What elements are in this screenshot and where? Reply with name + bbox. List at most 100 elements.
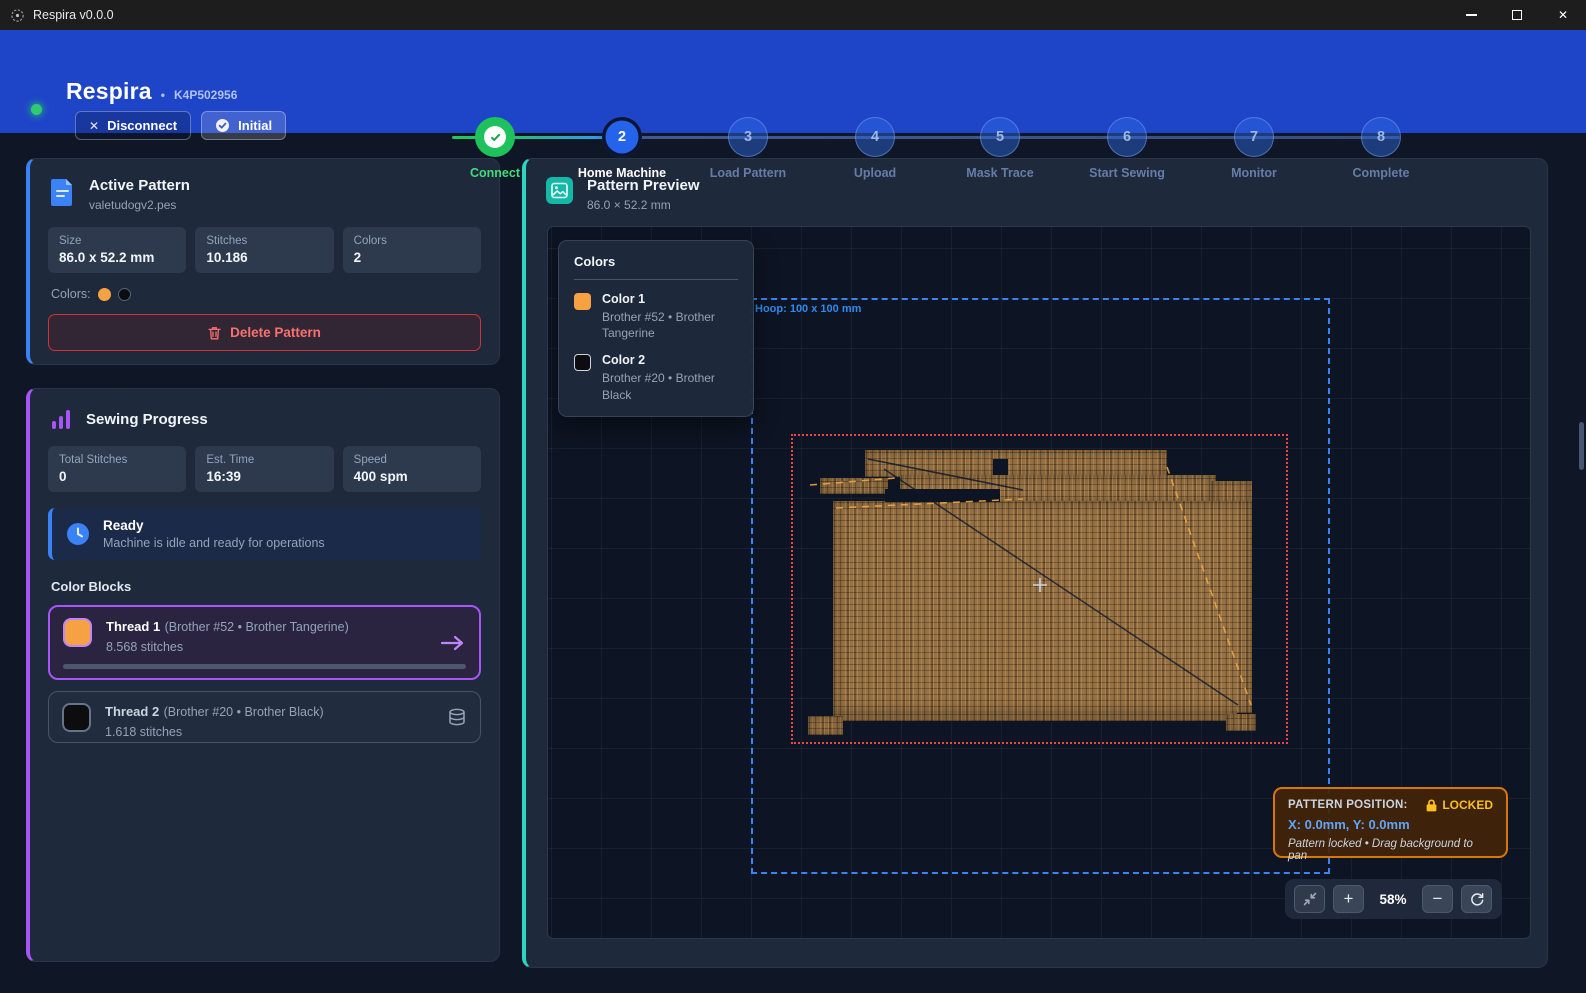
step-label: Complete [1316,166,1446,180]
fit-view-button[interactable] [1294,885,1325,913]
app-window: Respira v0.0.0 ✕ Respira • K4P502956 ✕ D… [0,0,1586,993]
active-pattern-title: Active Pattern [89,177,190,194]
zoom-in-button[interactable]: + [1333,885,1364,913]
pan-hint: Pattern locked • Drag background to pan [1288,838,1493,862]
thread-2-name: Thread 2 [105,704,159,719]
color-blocks-label: Color Blocks [30,560,499,594]
step-complete[interactable]: 8 Complete [1316,117,1446,180]
connection-status-dot [31,104,42,115]
initial-button[interactable]: Initial [201,111,286,140]
stat-size: Size 86.0 x 52.2 mm [48,227,186,273]
step-upload[interactable]: 4 Upload [810,117,940,180]
titlebar: Respira v0.0.0 ✕ [0,0,1586,30]
thread-2-swatch [62,703,91,732]
step-load-pattern[interactable]: 3 Load Pattern [683,117,813,180]
pattern-dimensions: 86.0 × 52.2 mm [587,198,700,212]
step-home-circle[interactable]: 2 [602,117,642,157]
thread-1-detail: (Brother #52 • Brother Tangerine) [165,620,349,634]
step-circle[interactable]: 8 [1361,117,1401,157]
thread-1-progress-bar [63,664,466,669]
step-connect[interactable]: Connect [430,117,560,180]
step-circle[interactable]: 5 [980,117,1020,157]
initial-label: Initial [238,118,272,133]
preview-canvas[interactable]: Hoop: 100 x 100 mm [547,226,1531,939]
step-circle[interactable]: 6 [1107,117,1147,157]
step-connect-circle[interactable] [475,117,515,157]
stat-stitches: Stitches 10.186 [195,227,333,273]
sewing-stats: Total Stitches 0 Est. Time 16:39 Speed 4… [30,431,499,492]
stat-label: Colors [354,235,470,247]
header-buttons: ✕ Disconnect Initial [75,111,286,140]
reset-view-button[interactable] [1461,885,1492,913]
sewing-progress-card: Sewing Progress Total Stitches 0 Est. Ti… [26,388,500,962]
legend-color-name: Color 1 [602,292,738,306]
close-button[interactable]: ✕ [1540,0,1586,30]
seal-check-icon [215,118,230,133]
colors-label: Colors: [51,287,91,301]
delete-pattern-button[interactable]: Delete Pattern [48,314,481,351]
disconnect-button[interactable]: ✕ Disconnect [75,111,191,140]
step-circle[interactable]: 3 [728,117,768,157]
thread-2-row[interactable]: Thread 2 (Brother #20 • Brother Black) 1… [48,691,481,743]
status-detail: Machine is idle and ready for operations [103,536,325,550]
pattern-filename: valetudogv2.pes [89,198,190,212]
machine-status-banner: Ready Machine is idle and ready for oper… [48,508,481,560]
stat-value: 2 [354,250,470,265]
serial-separator: • [161,88,165,102]
legend-color-detail: Brother #20 • Brother Black [602,370,738,402]
stat-value: 86.0 x 52.2 mm [59,250,175,265]
step-label: Monitor [1189,166,1319,180]
document-icon [50,177,75,207]
disconnect-label: Disconnect [107,118,177,133]
header: Respira • K4P502956 ✕ Disconnect Initial… [0,30,1586,133]
trash-icon [208,326,221,340]
machine-serial: K4P502956 [174,88,237,102]
thread-1-row[interactable]: Thread 1 (Brother #52 • Brother Tangerin… [48,605,481,680]
brand: Respira • K4P502956 [66,78,237,105]
step-start-sewing[interactable]: 6 Start Sewing [1062,117,1192,180]
legend-entry-color-1: Color 1 Brother #52 • Brother Tangerine [574,292,738,341]
step-label: Home Machine [557,166,687,180]
thread-1-name: Thread 1 [106,619,160,634]
maximize-icon [1512,10,1522,20]
arrow-right-icon [440,634,466,652]
step-label: Start Sewing [1062,166,1192,180]
pattern-position-overlay: PATTERN POSITION: LOCKED X: 0.0mm, Y: 0.… [1273,787,1508,858]
step-label: Load Pattern [683,166,813,180]
zoom-controls: + 58% − [1285,879,1502,919]
app-icon [10,8,25,23]
hoop-label: Hoop: 100 x 100 mm [755,303,861,315]
image-icon [546,177,573,204]
pattern-stats: Size 86.0 x 52.2 mm Stitches 10.186 Colo… [30,212,499,273]
plus-icon: + [1344,889,1354,909]
maximize-button[interactable] [1494,0,1540,30]
stat-label: Stitches [206,235,322,247]
step-mask-trace[interactable]: 5 Mask Trace [935,117,1065,180]
legend-color-name: Color 2 [602,353,738,367]
step-label: Connect [430,166,560,180]
step-home-machine[interactable]: 2 Home Machine [557,117,687,180]
sewing-progress-title: Sewing Progress [86,411,208,428]
color-swatch-orange [98,288,111,301]
step-monitor[interactable]: 7 Monitor [1189,117,1319,180]
stat-total-stitches: Total Stitches 0 [48,446,186,492]
status-title: Ready [103,518,325,533]
clock-icon [66,522,90,546]
window-controls: ✕ [1448,0,1586,30]
lock-icon [1426,799,1437,812]
pattern-coordinates: X: 0.0mm, Y: 0.0mm [1288,817,1493,832]
minimize-icon [1466,14,1477,15]
delete-pattern-label: Delete Pattern [230,325,321,340]
thread-2-detail: (Brother #20 • Brother Black) [164,705,324,719]
disconnect-x-icon: ✕ [89,119,99,133]
active-pattern-card: Active Pattern valetudogv2.pes Size 86.0… [26,158,500,365]
scrollbar-thumb[interactable] [1579,422,1584,470]
pattern-colors-row: Colors: [30,273,499,301]
minimize-button[interactable] [1448,0,1494,30]
color-swatch-black [118,288,131,301]
step-circle[interactable]: 4 [855,117,895,157]
step-circle[interactable]: 7 [1234,117,1274,157]
minus-icon: − [1433,889,1443,909]
thread-1-swatch [63,618,92,647]
zoom-out-button[interactable]: − [1422,885,1453,913]
